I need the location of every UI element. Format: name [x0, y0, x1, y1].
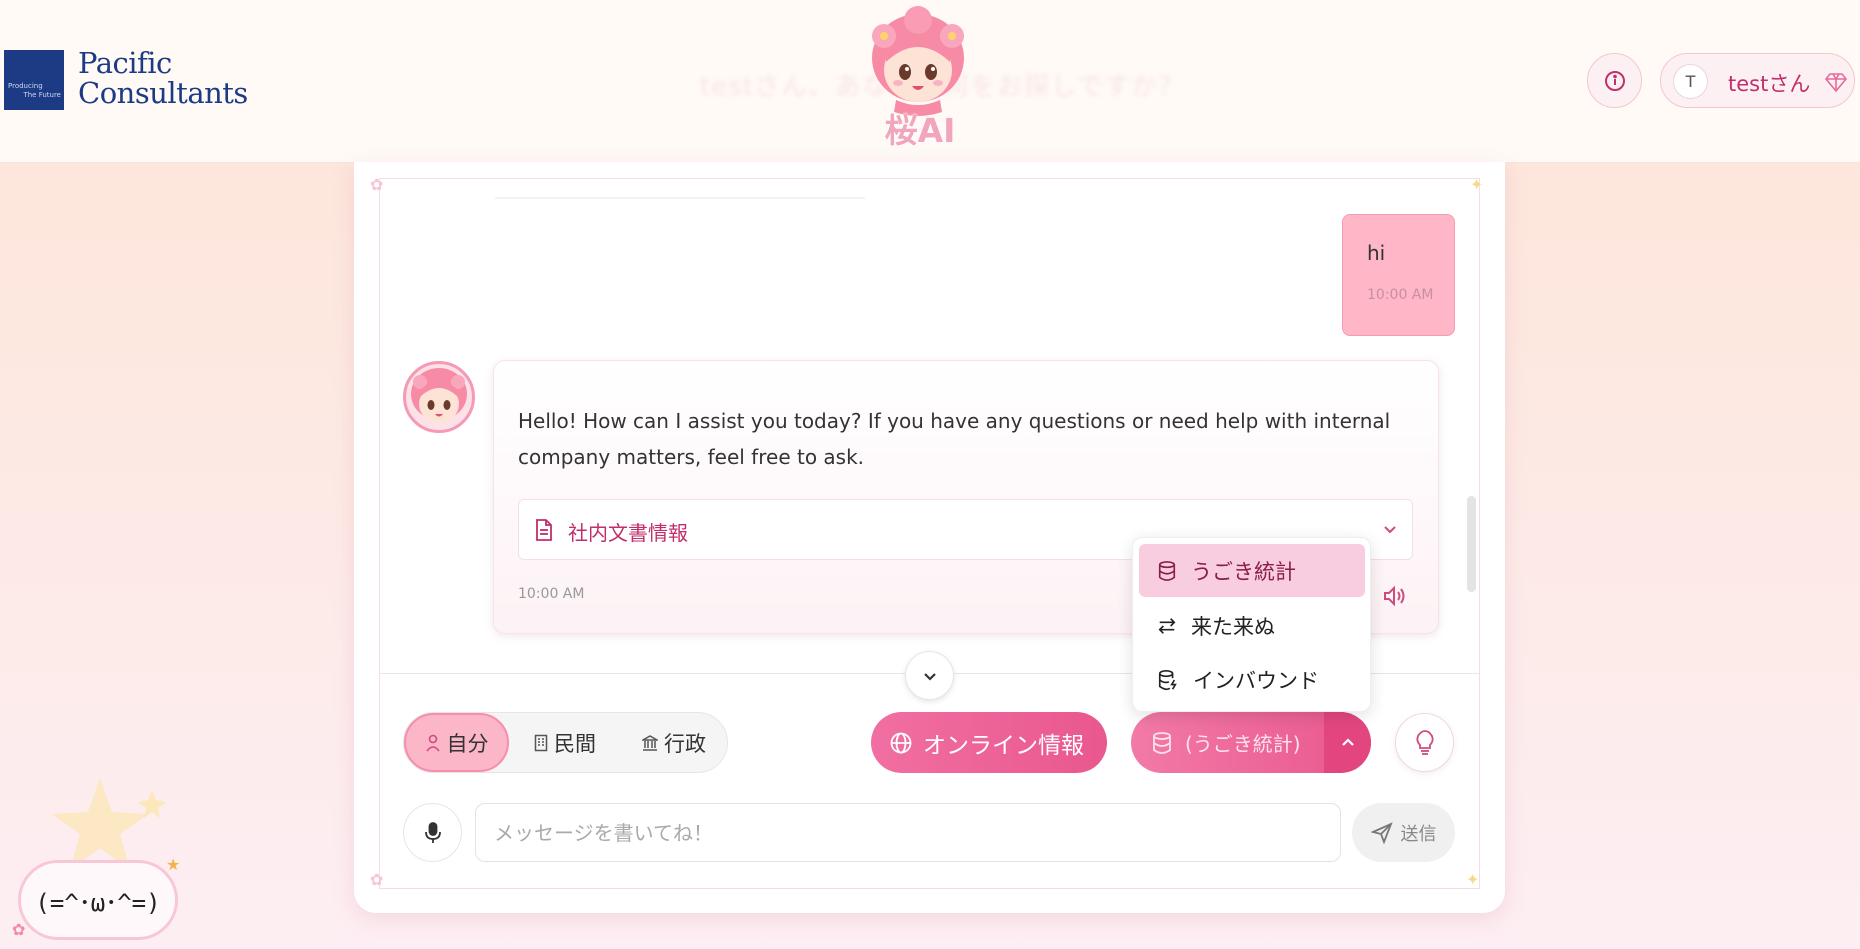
flower-decoration-icon: ✿	[370, 175, 384, 194]
user-menu-button[interactable]: T testさん	[1660, 53, 1855, 108]
suggestions-button[interactable]	[1395, 713, 1454, 772]
online-info-button[interactable]: オンライン情報	[871, 712, 1107, 773]
sparkle-decoration-icon: ✦	[1470, 175, 1484, 194]
message-text: Hello! How can I assist you today? If yo…	[518, 409, 1391, 469]
globe-icon	[890, 732, 912, 753]
gem-icon	[1824, 73, 1848, 93]
speaker-icon[interactable]	[1381, 583, 1407, 609]
database-bolt-icon	[1158, 669, 1177, 690]
info-icon	[1604, 70, 1625, 91]
star-decoration-icon: ★	[166, 855, 181, 874]
stats-source-split-button: (うごき統計)	[1131, 712, 1371, 773]
message-timestamp: 10:00 AM	[518, 586, 585, 602]
source-documents-label: 社内文書情報	[568, 521, 688, 545]
arrows-swap-icon	[1158, 617, 1176, 634]
scroll-to-bottom-button[interactable]	[905, 651, 954, 700]
database-icon	[1158, 560, 1176, 581]
voice-input-button[interactable]	[403, 803, 462, 862]
scope-label: 民間	[554, 731, 596, 756]
send-button[interactable]: 送信	[1352, 803, 1455, 862]
kaomoji-badge[interactable]: (=^･ω･^=)	[18, 860, 178, 940]
dropdown-item-ugoki-stats[interactable]: うごき統計	[1139, 544, 1365, 597]
company-logo-text: Pacific Consultants	[78, 48, 248, 108]
stats-source-button[interactable]: (うごき統計)	[1131, 712, 1324, 773]
person-icon	[425, 734, 440, 752]
message-timestamp: 10:00 AM	[1367, 287, 1434, 303]
dropdown-item-inbound[interactable]: インバウンド	[1139, 653, 1365, 706]
message-text: hi	[1367, 241, 1386, 265]
user-message-bubble: hi 10:00 AM	[1342, 214, 1455, 336]
sparkle-decoration-icon: ✦	[1466, 870, 1480, 889]
logo-line-2: Consultants	[78, 76, 248, 110]
dropdown-item-kita-kinu[interactable]: 来た来ぬ	[1139, 599, 1365, 652]
dropdown-item-label: インバウンド	[1193, 668, 1319, 693]
avatar: T	[1673, 64, 1708, 99]
chevron-up-icon	[1341, 737, 1354, 746]
document-icon	[536, 519, 552, 541]
mascot-title: 桜AI	[884, 111, 956, 150]
database-icon	[1153, 731, 1171, 754]
stats-dropdown-toggle[interactable]	[1324, 712, 1371, 773]
send-label: 送信	[1400, 823, 1437, 845]
scope-label: 行政	[664, 731, 706, 756]
government-icon	[642, 734, 658, 751]
dropdown-item-label: うごき統計	[1191, 559, 1296, 584]
dropdown-item-label: 来た来ぬ	[1191, 614, 1275, 639]
mascot-face-icon	[411, 368, 467, 423]
chat-scrollbar[interactable]	[1467, 496, 1476, 592]
chevron-down-icon	[1384, 526, 1396, 534]
company-logo-mark: Producing The Future	[4, 50, 64, 110]
stats-source-label: (うごき統計)	[1185, 732, 1301, 756]
search-scope-toggle: 自分 民間 行政	[403, 712, 728, 773]
microphone-icon	[424, 821, 441, 843]
flower-decoration-icon: ✿	[370, 870, 384, 889]
app-header: Producing The Future Pacific Consultants…	[0, 0, 1860, 163]
user-name: testさん	[1728, 72, 1811, 96]
building-icon	[534, 734, 548, 751]
previous-message-fade	[495, 197, 865, 199]
logo-tagline-2: The Future	[23, 91, 61, 99]
online-info-label: オンライン情報	[923, 732, 1084, 759]
scope-option-government[interactable]: 行政	[642, 713, 722, 772]
logo-line-1: Pacific	[78, 46, 172, 80]
stats-source-dropdown: うごき統計 来た来ぬ インバウンド	[1132, 537, 1371, 712]
message-input[interactable]	[475, 803, 1341, 862]
assistant-avatar	[403, 361, 475, 433]
chevron-down-icon	[923, 672, 936, 681]
info-button[interactable]	[1587, 53, 1642, 108]
send-icon	[1370, 821, 1393, 844]
scope-label: 自分	[446, 731, 489, 756]
logo-tagline-1: Producing	[8, 82, 43, 90]
scope-option-private[interactable]: 民間	[534, 713, 614, 772]
scope-option-self[interactable]: 自分	[404, 713, 509, 772]
lightbulb-icon	[1415, 729, 1434, 755]
flower-decoration-icon: ✿	[12, 920, 26, 939]
